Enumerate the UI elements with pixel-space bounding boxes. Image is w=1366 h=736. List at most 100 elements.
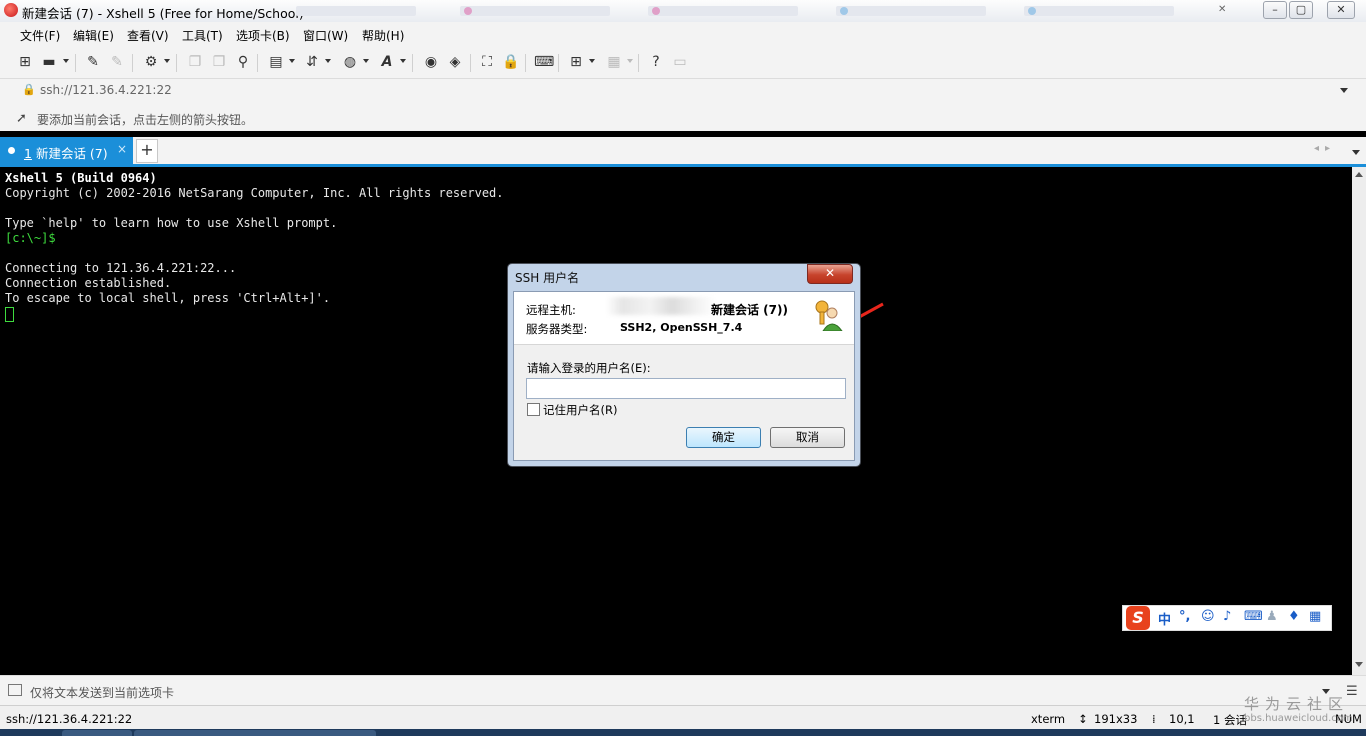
chevron-down-icon[interactable]: [63, 59, 69, 63]
watermark-url: bbs.huaweicloud.com: [1244, 713, 1353, 724]
window-title: 新建会话 (7) - Xshell 5 (Free for Home/Schoo…: [22, 6, 304, 21]
remote-host-label: 远程主机:: [526, 303, 576, 317]
chevron-down-icon[interactable]: [1340, 88, 1348, 93]
toolbar-separator: [132, 54, 133, 72]
add-tab-button[interactable]: +: [136, 139, 158, 163]
cursor-position-icon: ⁞: [1152, 712, 1156, 726]
fullscreen-icon[interactable]: ⛶: [478, 53, 496, 71]
chevron-down-icon[interactable]: [363, 59, 369, 63]
toolbar-separator: [412, 54, 413, 72]
chevron-down-icon[interactable]: [325, 59, 331, 63]
print-icon[interactable]: ▤: [267, 53, 285, 71]
open-folder-icon[interactable]: ▬: [40, 53, 58, 71]
remember-username-checkbox[interactable]: [527, 403, 540, 416]
toolbox-icon[interactable]: ▦: [1309, 609, 1321, 624]
cancel-button[interactable]: 取消: [770, 427, 845, 448]
copy-icon: ❐: [188, 54, 202, 70]
chevron-down-icon[interactable]: [1352, 150, 1360, 155]
sogou-logo-icon[interactable]: S: [1126, 606, 1150, 630]
menu-file[interactable]: 文件(F): [20, 27, 60, 44]
toolbar-separator: [257, 54, 258, 72]
toolbar-separator: [558, 54, 559, 72]
os-taskbar: [0, 729, 1366, 736]
maximize-button[interactable]: ▢: [1289, 1, 1313, 19]
xftp-icon[interactable]: ◉: [422, 53, 440, 71]
taskbar-button[interactable]: [62, 730, 132, 736]
compose-input[interactable]: 仅将文本发送到当前选项卡: [30, 684, 174, 701]
user-icon[interactable]: ♟: [1266, 609, 1278, 624]
close-window-button[interactable]: ✕: [1327, 1, 1355, 19]
menu-help[interactable]: 帮助(H): [362, 27, 404, 44]
background-browser-tab[interactable]: [648, 6, 798, 16]
compose-icon[interactable]: ⊞: [567, 53, 585, 71]
menu-tools[interactable]: 工具(T): [182, 27, 223, 44]
background-browser-tab[interactable]: [1024, 6, 1174, 16]
background-browser-tab[interactable]: [836, 6, 986, 16]
background-browser-tab[interactable]: [296, 6, 416, 16]
address-bar[interactable]: 🔒 ssh://121.36.4.221:22: [0, 78, 1366, 104]
username-input[interactable]: [526, 378, 846, 399]
status-bar: ssh://121.36.4.221:22 xterm ↕ 191x33 ⁞ 1…: [0, 705, 1366, 730]
microphone-icon[interactable]: ♪: [1223, 609, 1231, 624]
find-icon[interactable]: ⚲: [234, 53, 252, 71]
scroll-down-icon[interactable]: [1355, 662, 1363, 667]
compose-icon: [8, 684, 22, 696]
menu-bar: 文件(F) 编辑(E) 查看(V) 工具(T) 选项卡(B) 窗口(W) 帮助(…: [0, 22, 1366, 46]
lock-icon: 🔒: [22, 83, 36, 96]
terminal-line: Copyright (c) 2002-2016 NetSarang Comput…: [5, 186, 504, 200]
ok-button[interactable]: 确定: [686, 427, 761, 448]
layout-icon: ▦: [607, 54, 621, 70]
tab-session-1[interactable]: 1 新建会话 (7) ×: [0, 137, 133, 164]
transfer-icon[interactable]: ⇵: [303, 53, 321, 71]
keyboard-icon[interactable]: ⌨: [534, 53, 554, 71]
minimize-button[interactable]: –: [1263, 1, 1287, 19]
properties-icon[interactable]: ⚙: [142, 53, 160, 71]
compose-bar[interactable]: 仅将文本发送到当前选项卡 ☰: [0, 675, 1366, 706]
new-session-icon[interactable]: ⊞: [16, 53, 34, 71]
terminal-scrollbar[interactable]: [1352, 167, 1366, 675]
font-icon[interactable]: A: [378, 53, 396, 71]
chevron-down-icon[interactable]: [289, 59, 295, 63]
xagent-icon[interactable]: ◈: [446, 53, 464, 71]
status-dot-icon: [8, 147, 15, 154]
session-hint-bar: ➚ 要添加当前会话，点击左侧的箭头按钮。: [0, 103, 1366, 131]
menu-view[interactable]: 查看(V): [127, 27, 169, 44]
background-browser-tab[interactable]: [460, 6, 610, 16]
close-icon[interactable]: ✕: [1218, 4, 1226, 15]
dialog-title: SSH 用户名: [515, 271, 580, 285]
chevron-down-icon[interactable]: [400, 59, 406, 63]
menu-window[interactable]: 窗口(W): [303, 27, 348, 44]
add-session-arrow-icon[interactable]: ➚: [16, 111, 27, 126]
terminal-line: Xshell 5 (Build 0964): [5, 171, 157, 185]
dialog-close-button[interactable]: ✕: [807, 264, 853, 284]
paste-icon: ❐: [212, 54, 226, 70]
ime-toolbar[interactable]: S 中 °, ☺ ♪ ⌨ ♟ ♦ ▦: [1122, 605, 1332, 631]
taskbar-button[interactable]: [306, 730, 376, 736]
username-prompt: 请输入登录的用户名(E):: [527, 361, 651, 375]
globe-icon[interactable]: ◍: [341, 53, 359, 71]
tab-scroll-arrows-icon[interactable]: ◂▸: [1314, 143, 1336, 154]
server-type-label: 服务器类型:: [526, 322, 588, 336]
menu-tabs[interactable]: 选项卡(B): [236, 27, 290, 44]
address-url[interactable]: ssh://121.36.4.221:22: [40, 83, 172, 97]
tab-number: 1: [24, 146, 32, 161]
emoji-icon[interactable]: ☺: [1201, 609, 1215, 624]
help-icon[interactable]: ?: [647, 53, 665, 71]
chevron-down-icon[interactable]: [589, 59, 595, 63]
menu-edit[interactable]: 编辑(E): [73, 27, 114, 44]
redacted-host: [606, 297, 716, 315]
connect-icon[interactable]: ✎: [84, 53, 102, 71]
ime-mode-toggle[interactable]: 中: [1158, 609, 1171, 628]
remote-host-value: 新建会话 (7)): [711, 303, 788, 317]
scroll-up-icon[interactable]: [1355, 172, 1363, 177]
close-tab-icon[interactable]: ×: [117, 142, 127, 156]
keyboard-icon[interactable]: ⌨: [1244, 609, 1263, 624]
ime-punctuation-toggle[interactable]: °,: [1179, 609, 1190, 624]
skin-icon[interactable]: ♦: [1288, 609, 1300, 624]
remember-username-label[interactable]: 记住用户名(R): [543, 402, 617, 418]
lock-icon[interactable]: 🔒: [502, 53, 520, 71]
chevron-down-icon[interactable]: [164, 59, 170, 63]
status-terminal-type: xterm: [1031, 712, 1066, 726]
terminal-line: To escape to local shell, press 'Ctrl+Al…: [5, 291, 331, 305]
toolbar-separator: [75, 54, 76, 72]
